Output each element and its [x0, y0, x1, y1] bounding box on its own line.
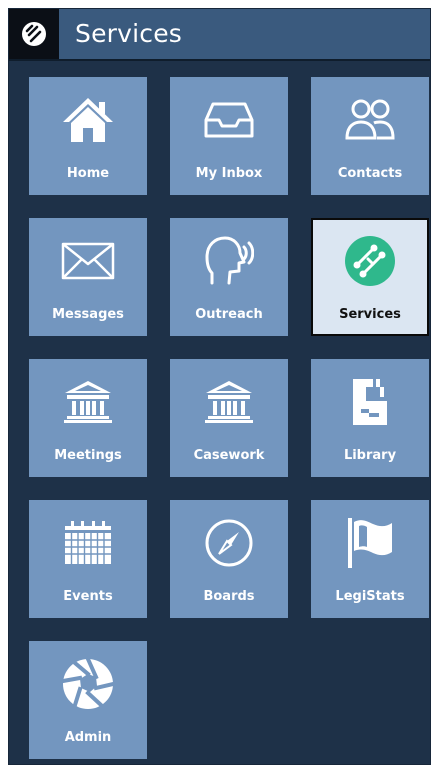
tile-events[interactable]: Events — [29, 500, 147, 618]
tile-label: Casework — [193, 448, 265, 463]
envelope-icon — [61, 242, 115, 280]
tile-meetings[interactable]: Meetings — [29, 359, 147, 477]
tile-label: Events — [63, 589, 113, 604]
calendar-icon — [65, 521, 111, 564]
building-icon — [205, 381, 253, 423]
tile-label: Admin — [64, 730, 112, 745]
tile-my-inbox[interactable]: My Inbox — [170, 77, 288, 195]
tile-home[interactable]: Home — [29, 77, 147, 195]
tile-casework[interactable]: Casework — [170, 359, 288, 477]
page-title: Services — [75, 19, 183, 48]
tile-services[interactable]: Services — [311, 218, 429, 336]
inbox-icon — [204, 102, 254, 138]
compass-icon — [205, 519, 253, 567]
app-logo[interactable] — [9, 9, 59, 59]
flag-icon — [348, 518, 392, 568]
aperture-icon — [61, 657, 115, 709]
tile-label: Meetings — [54, 448, 122, 463]
services-panel: Services Home My Inbox Contacts Messages… — [8, 8, 431, 765]
services-network-icon — [345, 236, 395, 286]
tile-admin[interactable]: Admin — [29, 641, 147, 759]
tile-label: Services — [339, 307, 401, 322]
building-icon — [64, 381, 112, 423]
tile-label: Home — [66, 166, 110, 181]
services-logo-icon — [22, 22, 46, 46]
tile-library[interactable]: Library — [311, 359, 429, 477]
tile-messages[interactable]: Messages — [29, 218, 147, 336]
contacts-icon — [345, 99, 395, 140]
panel-header: Services — [9, 9, 430, 61]
tile-label: Library — [343, 448, 397, 463]
tile-label: Outreach — [195, 307, 263, 322]
tile-label: Boards — [203, 589, 255, 604]
tile-label: My Inbox — [195, 166, 263, 181]
tile-legistats[interactable]: LegiStats — [311, 500, 429, 618]
library-icon — [353, 379, 387, 425]
tile-label: Messages — [52, 307, 124, 322]
tile-outreach[interactable]: Outreach — [170, 218, 288, 336]
tile-label: LegiStats — [335, 589, 405, 604]
services-grid: Home My Inbox Contacts Messages Outreach… — [29, 77, 429, 767]
tile-boards[interactable]: Boards — [170, 500, 288, 618]
speaking-person-icon — [205, 236, 254, 285]
tile-contacts[interactable]: Contacts — [311, 77, 429, 195]
home-icon — [63, 98, 113, 142]
tile-label: Contacts — [337, 166, 403, 181]
